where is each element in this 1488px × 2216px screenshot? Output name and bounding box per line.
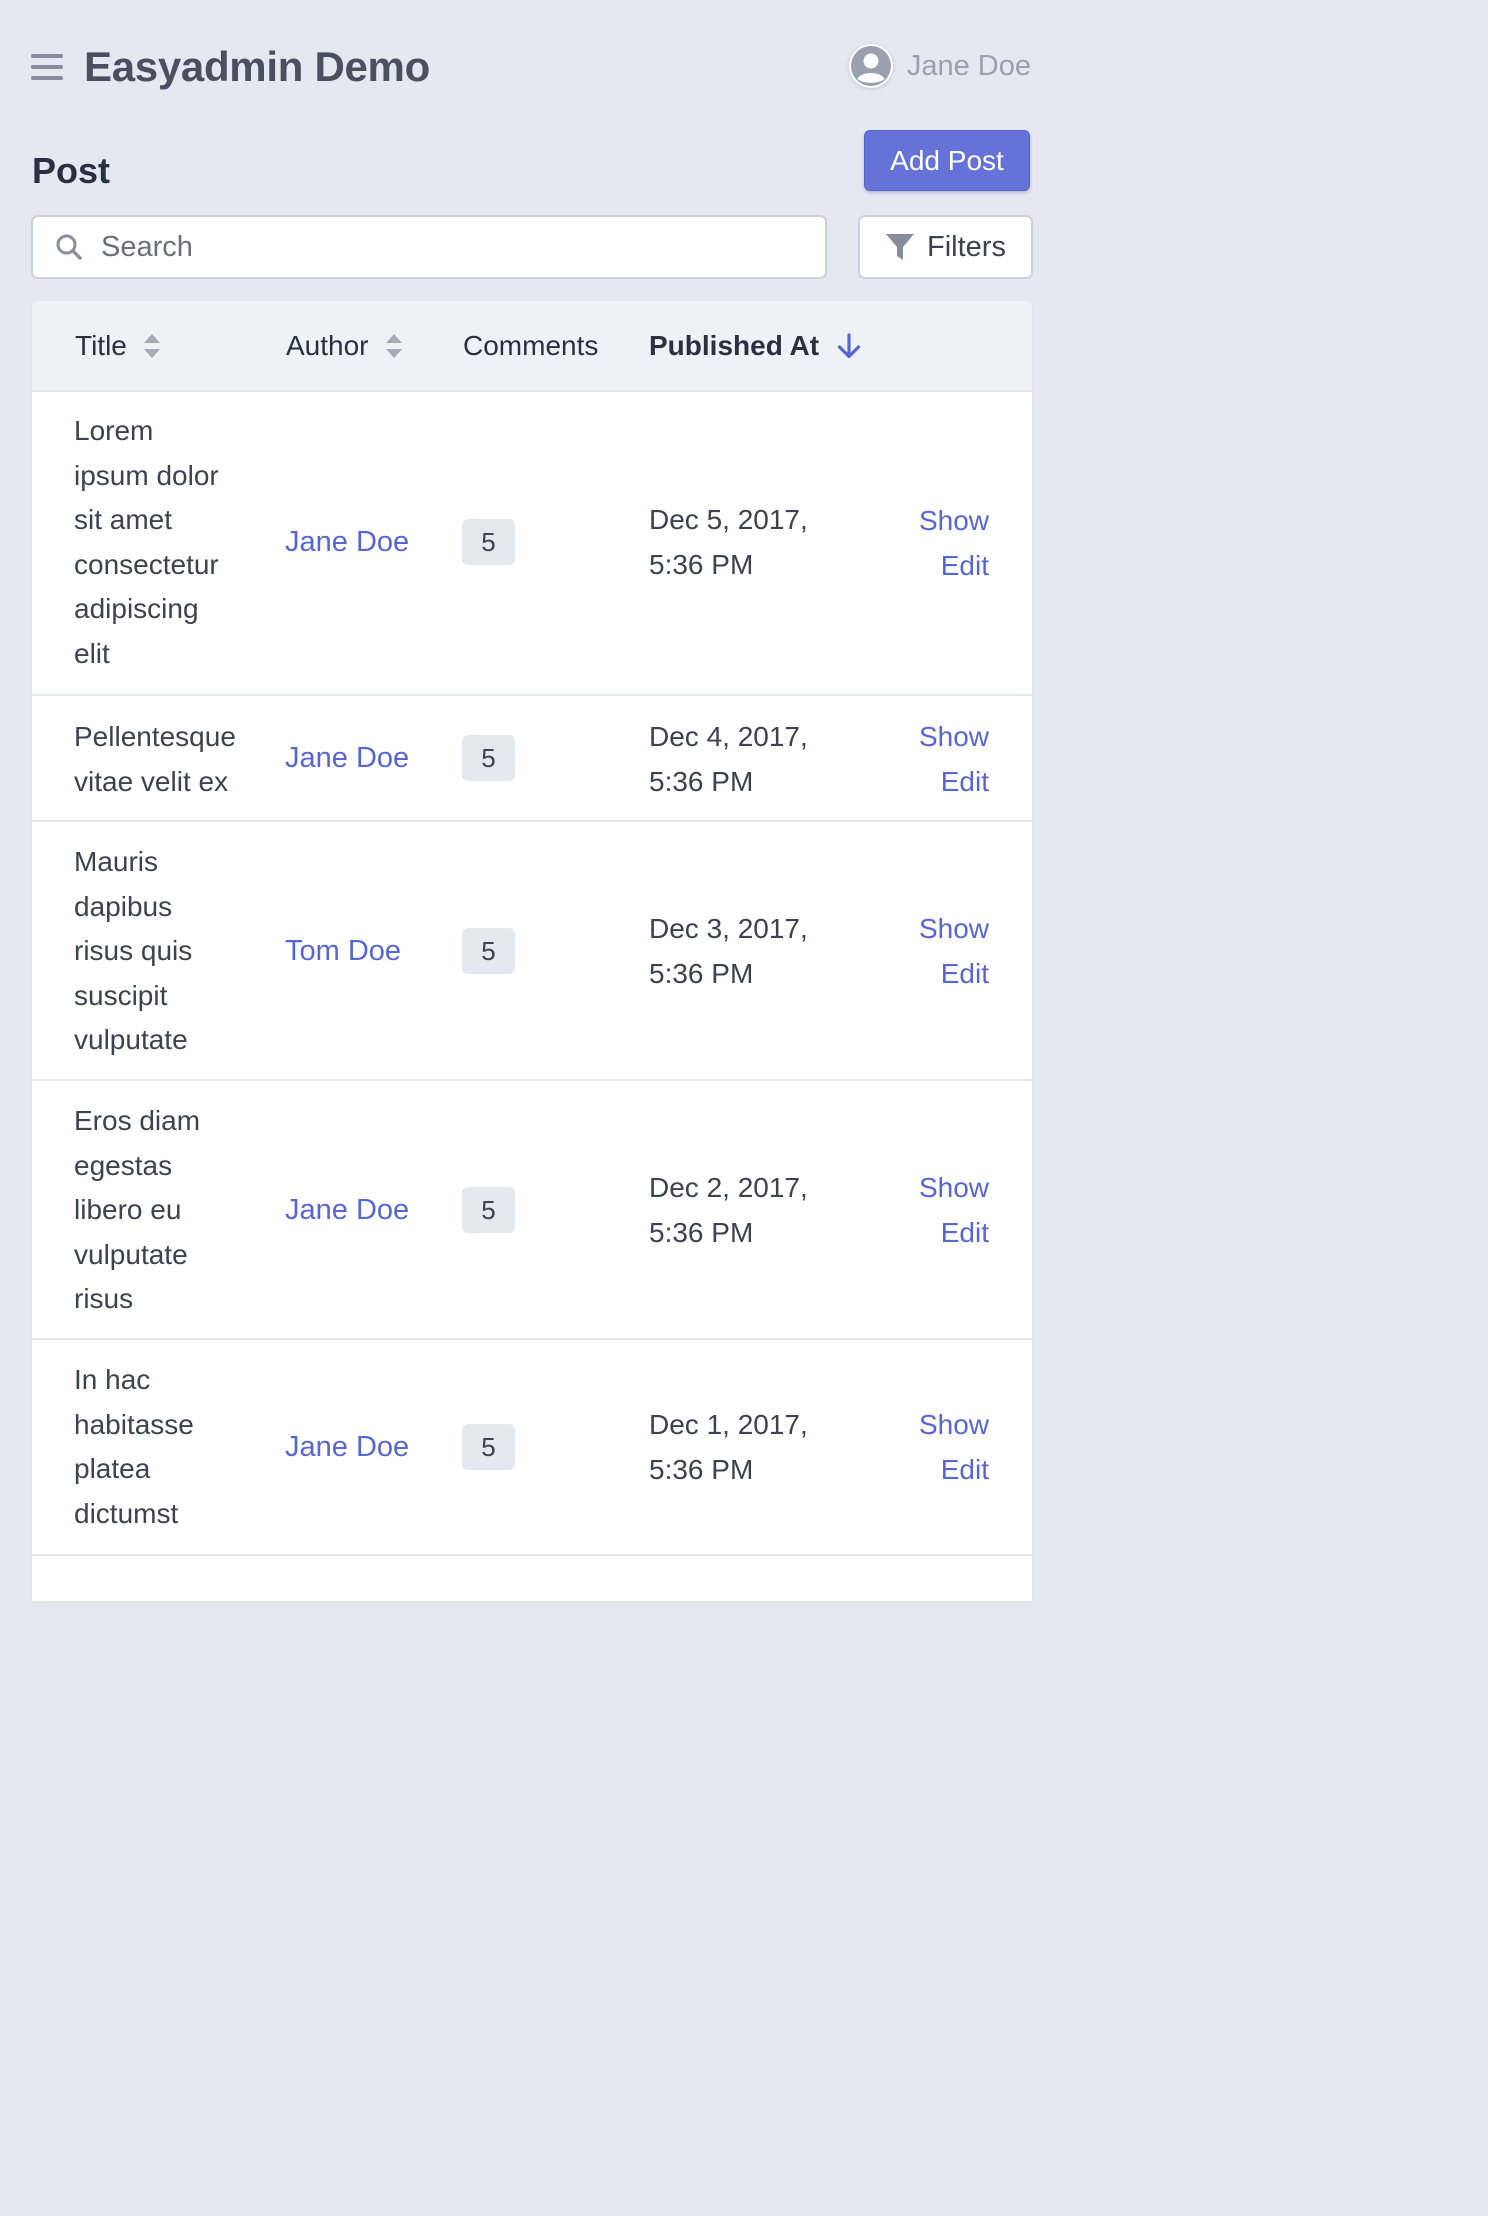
author-link[interactable]: Jane Doe [285,1431,409,1464]
table-row: Eros diam egestas libero eu vulputate ri… [32,1079,1032,1338]
published-date: Dec 4, 2017, 5:36 PM [649,721,808,797]
post-title: Eros diam egestas libero eu vulputate ri… [74,1105,201,1315]
column-header-comments: Comments [463,301,598,390]
filters-label: Filters [927,230,1006,263]
page-title: Post [32,150,111,191]
published-date: Dec 2, 2017, 5:36 PM [649,1172,808,1248]
column-header-author[interactable]: Author [286,301,403,390]
post-title: Pellentesque vitae velit ex [74,721,236,797]
posts-table: Title Author Comments Published At Lorem… [32,301,1032,1601]
table-row: Pellentesque vitae velit ex Jane Doe 5 D… [32,694,1032,820]
add-post-button[interactable]: Add Post [864,130,1030,191]
comments-badge: 5 [462,928,515,974]
row-actions: Show Edit [919,1166,989,1255]
show-link[interactable]: Show [919,907,989,952]
user-circle-icon [848,44,893,88]
show-link[interactable]: Show [919,1403,989,1448]
column-label: Title [75,329,127,361]
published-date: Dec 5, 2017, 5:36 PM [649,504,808,580]
column-header-title[interactable]: Title [75,301,161,390]
row-actions: Show Edit [919,715,989,804]
table-header: Title Author Comments Published At [32,301,1032,390]
app-title[interactable]: Easyadmin Demo [84,43,430,91]
edit-link[interactable]: Edit [919,1448,989,1493]
published-date: Dec 3, 2017, 5:36 PM [649,913,808,989]
column-label: Comments [463,329,599,361]
top-bar: Easyadmin Demo Jane Doe [0,0,1053,130]
edit-link[interactable]: Edit [919,544,989,589]
row-actions: Show Edit [919,499,989,588]
search-icon [55,233,83,261]
comments-badge: 5 [462,519,515,565]
filters-button[interactable]: Filters [858,215,1033,279]
author-link[interactable]: Tom Doe [285,935,401,968]
row-actions: Show Edit [919,907,989,996]
search-input[interactable] [99,229,825,265]
post-title: Lorem ipsum dolor sit amet consectetur a… [74,415,219,669]
sort-icon [385,333,403,359]
funnel-icon [885,232,915,262]
author-link[interactable]: Jane Doe [285,526,409,559]
post-title: In hac habitasse platea dictumst [74,1364,194,1529]
arrow-down-icon [835,332,863,360]
post-title: Mauris dapibus risus quis suscipit vulpu… [74,846,193,1056]
published-date: Dec 1, 2017, 5:36 PM [649,1409,808,1485]
column-header-published-at[interactable]: Published At [649,301,863,390]
author-link[interactable]: Jane Doe [285,1194,409,1227]
comments-badge: 5 [462,1187,515,1233]
show-link[interactable]: Show [919,1166,989,1211]
show-link[interactable]: Show [919,715,989,760]
comments-badge: 5 [462,735,515,781]
search-box[interactable] [31,215,827,279]
author-link[interactable]: Jane Doe [285,742,409,775]
sort-icon [143,333,161,359]
user-name: Jane Doe [906,49,1031,82]
table-row: In hac habitasse platea dictumst Jane Do… [32,1338,1032,1554]
table-row [32,1554,1032,1596]
table-row: Mauris dapibus risus quis suscipit vulpu… [32,820,1032,1079]
table-row: Lorem ipsum dolor sit amet consectetur a… [32,390,1032,694]
comments-badge: 5 [462,1424,515,1470]
column-label: Author [286,329,369,361]
edit-link[interactable]: Edit [919,1211,989,1256]
row-actions: Show Edit [919,1403,989,1492]
hamburger-icon[interactable] [31,54,63,82]
edit-link[interactable]: Edit [919,952,989,997]
column-label: Published At [649,329,820,361]
edit-link[interactable]: Edit [919,760,989,805]
user-menu[interactable]: Jane Doe [848,40,1031,92]
show-link[interactable]: Show [919,499,989,544]
